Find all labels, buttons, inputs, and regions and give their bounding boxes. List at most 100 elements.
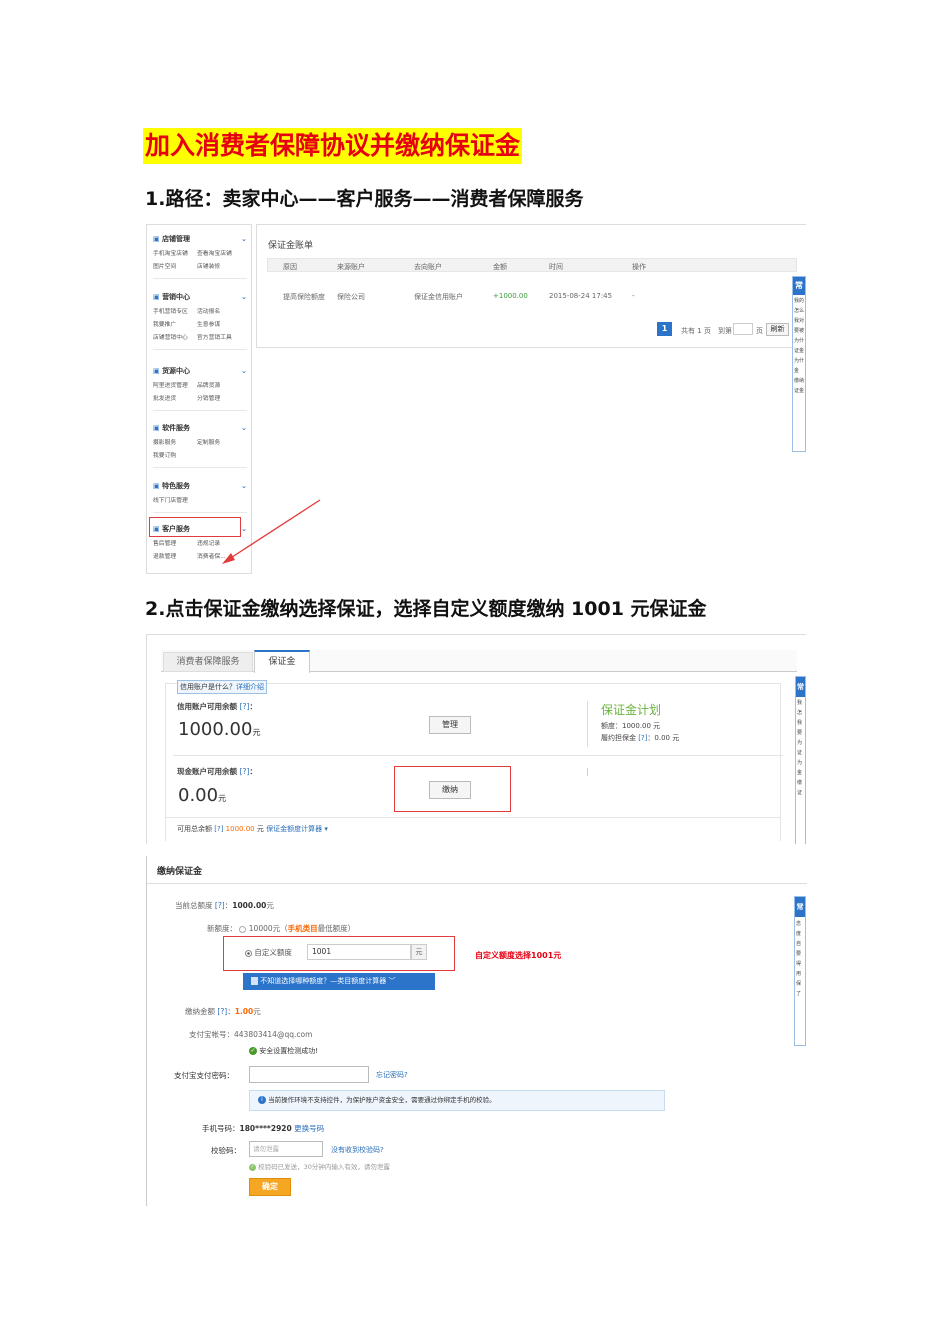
manage-button[interactable]: 管理 (429, 716, 471, 734)
faq-item[interactable]: 证金 (794, 348, 804, 354)
faq-item[interactable]: 缴纳 (794, 378, 804, 384)
faq-item[interactable]: 为 (797, 740, 804, 746)
supply-icon: ▣ (153, 367, 163, 375)
option-custom[interactable]: 自定义额度 (254, 948, 292, 957)
faq-item[interactable]: 念 (796, 921, 804, 927)
faq-item[interactable]: 度 (796, 931, 804, 937)
sidebar-link[interactable]: 我要推广 (153, 319, 197, 328)
ledger-panel: 保证金账单 原因 来源账户 去向账户 金额 时间 操作 提高保险额度 保险公司 … (256, 224, 806, 348)
faq-item[interactable]: 怎么 (794, 308, 804, 314)
faq-item[interactable]: 缴 (797, 780, 804, 786)
faq-item[interactable]: 我 (797, 720, 804, 726)
tab-consumer-protection[interactable]: 消费者保障服务 (163, 652, 253, 672)
sidebar-group-header[interactable]: ▣ 软件服务 ⌄ (153, 422, 247, 434)
sidebar-group-header[interactable]: ▣ 货源中心 ⌄ (153, 365, 247, 377)
faq-item[interactable]: 为什 (794, 358, 804, 364)
tab-deposit[interactable]: 保证金 (254, 650, 310, 673)
sidebar-link[interactable]: 分销管理 (197, 393, 245, 402)
faq-head-3: 常 (795, 897, 805, 917)
credit-help[interactable]: [?] (240, 702, 250, 711)
custom-quota-input[interactable]: 1001 (307, 944, 411, 960)
pager-refresh-button[interactable]: 刷新 (766, 323, 789, 336)
faq-item[interactable]: 要 (796, 951, 804, 957)
faq-item[interactable]: 证 (797, 750, 804, 756)
sidebar-group-header[interactable]: ▣ 特色服务 ⌄ (153, 480, 247, 492)
change-phone-link[interactable]: 更换号码 (294, 1124, 324, 1133)
total-row: 可用总余额 [?] 1000.00 元 保证金额度计算器 ▾ (177, 824, 328, 834)
sidebar-group-title: 店铺管理 (162, 235, 191, 243)
sidebar-link[interactable]: 官方营销工具 (197, 332, 245, 341)
faq-item[interactable]: 保 (796, 981, 804, 987)
sidebar-link[interactable]: 阿里进货管理 (153, 380, 197, 389)
sidebar-link[interactable]: 图片空间 (153, 261, 197, 270)
faq-item[interactable]: 我 (797, 700, 804, 706)
faq-item[interactable]: 为什 (794, 338, 804, 344)
pay-amount-help[interactable]: [?] (217, 1007, 227, 1016)
no-code-link[interactable]: 没有收到校验码? (331, 1145, 384, 1155)
faq-item[interactable]: 金 (797, 770, 804, 776)
chevron-down-icon[interactable]: ⌄ (241, 422, 247, 434)
security-ok: 安全设置检测成功! (259, 1047, 319, 1055)
chevron-down-icon[interactable]: ⌄ (241, 480, 247, 492)
plan-perf: 履约担保金 (601, 734, 636, 742)
sidebar-link[interactable]: 店铺营销中心 (153, 332, 197, 341)
faq-item[interactable]: 我的 (794, 298, 804, 304)
plan-quota: 额度：1000.00 元 (601, 722, 661, 730)
faq-item[interactable]: 用 (796, 971, 804, 977)
shop-icon: ▣ (153, 235, 163, 243)
option-10000[interactable]: 10000元 (249, 924, 280, 933)
credit-amount-row: 1000.00元 (178, 719, 260, 740)
chevron-down-icon[interactable]: ⌄ (241, 291, 247, 303)
form-header (147, 856, 807, 884)
credit-detail-link[interactable]: 详细介绍 (236, 683, 264, 691)
chevron-down-icon[interactable]: ⌄ (241, 365, 247, 377)
confirm-button[interactable]: 确定 (249, 1178, 291, 1196)
pay-amount-value: 1.00 (234, 1007, 254, 1016)
row-amount: +1000.00 (493, 292, 528, 300)
faq-item[interactable]: 证金 (794, 388, 804, 394)
quota-calculator-banner[interactable]: 不知道选择哪种额度？—类目额度计算器 ﹀ (243, 973, 435, 990)
sidebar-link[interactable]: 定制服务 (197, 437, 245, 446)
pager-current[interactable]: 1 (657, 322, 672, 336)
cash-help[interactable]: [?] (240, 767, 250, 776)
faq-item[interactable]: 得 (796, 961, 804, 967)
sidebar-link[interactable]: 品牌货源 (197, 380, 245, 389)
radio-10000[interactable] (239, 925, 247, 933)
sidebar-group-title: 货源中心 (162, 367, 191, 375)
pager-input[interactable] (733, 323, 753, 335)
sidebar-link[interactable]: 手机淘宝店铺 (153, 248, 197, 257)
sidebar-link[interactable]: 批发进货 (153, 393, 197, 402)
sidebar-link[interactable]: 退款管理 (153, 551, 197, 560)
faq-item[interactable]: 证 (797, 790, 804, 796)
sidebar-link[interactable]: 线下门店管理 (153, 495, 197, 504)
sidebar-link[interactable]: 店铺装修 (197, 261, 245, 270)
sidebar-link[interactable]: 活动报名 (197, 306, 245, 315)
faq-item[interactable]: 要被 (794, 328, 804, 334)
sidebar-link[interactable]: 我要订购 (153, 450, 197, 459)
pay-button-highlight (394, 766, 511, 812)
total-help[interactable]: [?] (214, 825, 223, 833)
pay-password-input[interactable] (249, 1066, 369, 1083)
sidebar-group-header[interactable]: ▣ 店铺管理 ⌄ (153, 233, 247, 245)
faq-item[interactable]: 我对 (794, 318, 804, 324)
faq-item[interactable]: 了 (796, 991, 804, 997)
current-total-help[interactable]: [?] (215, 901, 225, 910)
faq-item[interactable]: 怎 (797, 710, 804, 716)
faq-item[interactable]: 为 (797, 760, 804, 766)
sidebar-link[interactable]: 手机营销专区 (153, 306, 197, 315)
faq-item[interactable]: 金 (794, 368, 804, 374)
check-icon: ✓ (249, 1163, 256, 1171)
calc-link[interactable]: 保证金额度计算器 (266, 825, 322, 833)
chevron-down-icon[interactable]: ⌄ (241, 233, 247, 245)
sidebar-link[interactable]: 售后管理 (153, 538, 197, 547)
radio-custom[interactable] (245, 949, 252, 957)
col-amount: 金额 (493, 263, 507, 271)
forgot-password-link[interactable]: 忘记密码? (376, 1070, 408, 1080)
sidebar-link[interactable]: 摄影服务 (153, 437, 197, 446)
verify-code-input[interactable]: 请勿泄露 (249, 1141, 323, 1157)
sidebar-link[interactable]: 生意参谋 (197, 319, 245, 328)
faq-item[interactable]: 自 (796, 941, 804, 947)
sidebar-link[interactable]: 查看淘宝店铺 (197, 248, 245, 257)
faq-item[interactable]: 要 (797, 730, 804, 736)
sidebar-group-header[interactable]: ▣ 营销中心 ⌄ (153, 291, 247, 303)
